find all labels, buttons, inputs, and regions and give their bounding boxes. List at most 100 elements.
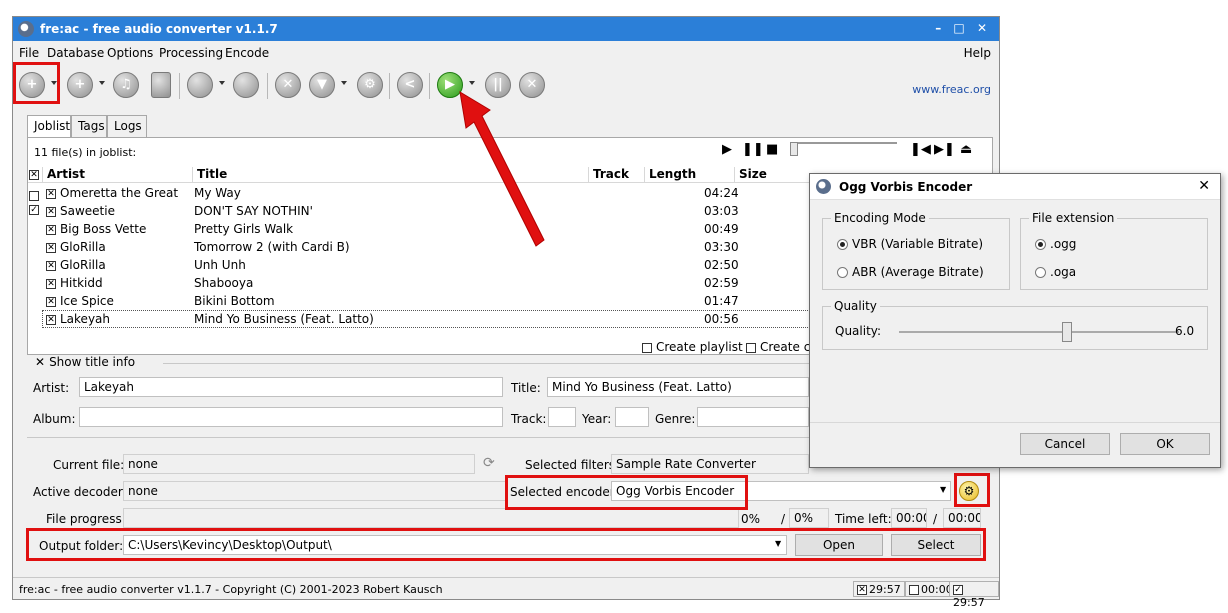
- tab-tags[interactable]: Tags: [71, 115, 107, 137]
- ok-button[interactable]: OK: [1120, 433, 1210, 455]
- music-note-icon[interactable]: ♫: [113, 72, 139, 98]
- album-field[interactable]: [79, 407, 503, 427]
- table-row[interactable]: ✕ Big Boss Vette Pretty Girls Walk 00:49: [42, 220, 832, 238]
- highlight-encoder-settings: [954, 473, 990, 507]
- track-label: Track:: [511, 412, 547, 426]
- play-icon[interactable]: ▶: [722, 142, 732, 157]
- pause-icon[interactable]: ❚❚: [742, 142, 764, 157]
- chevron-down-icon[interactable]: [99, 81, 105, 85]
- table-row[interactable]: ✕ Saweetie DON'T SAY NOTHIN' 03:03: [42, 202, 832, 220]
- row-checkbox[interactable]: ✕: [46, 222, 56, 236]
- cell-artist: GloRilla: [60, 240, 106, 254]
- table-row[interactable]: ✕ Hitkidd Shabooya 02:59: [42, 274, 832, 292]
- next-track-icon[interactable]: ▶❚: [934, 142, 955, 157]
- status-selected-time: ✕ 29:57: [853, 581, 905, 597]
- cd-icon[interactable]: [187, 72, 213, 98]
- cell-length: 02:59: [704, 276, 739, 290]
- table-row[interactable]: ✕ GloRilla Unh Unh 02:50: [42, 256, 832, 274]
- row-checkbox[interactable]: ✕: [46, 204, 56, 218]
- create-playlist-checkbox[interactable]: Create playlist: [642, 340, 743, 354]
- player-controls: ▶ ❚❚ ■ ❚◀ ▶❚ ⏏: [722, 142, 992, 160]
- seek-slider[interactable]: [792, 142, 897, 144]
- row-checkbox[interactable]: ✕: [46, 276, 56, 290]
- menu-processing[interactable]: Processing: [159, 46, 223, 60]
- track-field[interactable]: [548, 407, 576, 427]
- cell-artist: Ice Spice: [60, 294, 114, 308]
- joblist-count: 11 file(s) in joblist:: [34, 146, 137, 159]
- selected-filters-label: Selected filters:: [525, 458, 620, 472]
- column-title[interactable]: Title: [192, 167, 227, 183]
- table-row[interactable]: ✕ Omeretta the Great My Way 04:24: [42, 184, 832, 202]
- title-bar[interactable]: fre:ac - free audio converter v1.1.7 – □…: [13, 17, 999, 41]
- file-extension-label: File extension: [1029, 211, 1118, 225]
- artist-label: Artist:: [33, 381, 70, 395]
- table-row[interactable]: ✕ Ice Spice Bikini Bottom 01:47: [42, 292, 832, 310]
- chevron-down-icon[interactable]: [341, 81, 347, 85]
- stop-icon[interactable]: ■: [766, 142, 778, 157]
- cell-length: 03:30: [704, 240, 739, 254]
- show-title-info-toggle[interactable]: ✕ Show title info: [35, 355, 135, 369]
- cell-title: Bikini Bottom: [194, 294, 275, 308]
- share-icon[interactable]: <: [397, 72, 423, 98]
- cancel-button[interactable]: Cancel: [1020, 433, 1110, 455]
- row-checkbox[interactable]: ✕: [46, 294, 56, 308]
- cell-title: Unh Unh: [194, 258, 246, 272]
- seek-slider-thumb[interactable]: [790, 142, 798, 156]
- quality-slider-thumb[interactable]: [1062, 322, 1072, 342]
- menu-file[interactable]: File: [19, 46, 39, 60]
- close-icon[interactable]: ✕: [1198, 178, 1210, 194]
- menu-bar: File Database Options Processing Encode …: [13, 43, 999, 63]
- table-row[interactable]: ✕ GloRilla Tomorrow 2 (with Cardi B) 03:…: [42, 238, 832, 256]
- genre-field[interactable]: [697, 407, 809, 427]
- chevron-down-icon[interactable]: [469, 81, 475, 85]
- row-checkbox[interactable]: ✕: [46, 186, 56, 200]
- row-selector-checkbox[interactable]: ✓: [29, 202, 39, 216]
- abr-radio[interactable]: ABR (Average Bitrate): [837, 265, 984, 279]
- document-icon[interactable]: [151, 72, 171, 98]
- filter-icon[interactable]: ▼: [309, 72, 335, 98]
- year-field[interactable]: [615, 407, 649, 427]
- eject-icon[interactable]: ⏏: [960, 142, 972, 157]
- column-track[interactable]: Track: [588, 167, 629, 183]
- table-row-selected[interactable]: ✕ Lakeyah Mind Yo Business (Feat. Latto)…: [42, 310, 832, 328]
- dialog-title-bar[interactable]: Ogg Vorbis Encoder ✕: [810, 174, 1220, 200]
- tab-logs[interactable]: Logs: [107, 115, 147, 137]
- time-left-field: 00:00: [891, 508, 927, 528]
- row-checkbox[interactable]: ✕: [46, 312, 56, 326]
- menu-database[interactable]: Database: [47, 46, 104, 60]
- previous-track-icon[interactable]: ❚◀: [910, 142, 931, 157]
- tools-icon[interactable]: ✕: [275, 72, 301, 98]
- gear-icon[interactable]: ⚙: [357, 72, 383, 98]
- tab-joblist[interactable]: Joblist: [27, 115, 71, 138]
- row-checkbox[interactable]: ✕: [46, 258, 56, 272]
- add-folder-icon[interactable]: +: [67, 72, 93, 98]
- menu-help[interactable]: Help: [964, 46, 991, 60]
- ogg-radio[interactable]: .ogg: [1035, 237, 1076, 251]
- cd-query-icon[interactable]: [233, 72, 259, 98]
- status-unselected-time-value: 00:00: [921, 583, 953, 596]
- column-length[interactable]: Length: [644, 167, 696, 183]
- oga-radio[interactable]: .oga: [1035, 265, 1076, 279]
- title-field[interactable]: Mind Yo Business (Feat. Latto): [547, 377, 809, 397]
- ogg-label: .ogg: [1050, 237, 1077, 251]
- chevron-down-icon[interactable]: ▼: [940, 485, 946, 494]
- menu-encode[interactable]: Encode: [225, 46, 269, 60]
- row-checkbox[interactable]: ✕: [46, 240, 56, 254]
- artist-field[interactable]: Lakeyah: [79, 377, 503, 397]
- vbr-radio[interactable]: VBR (Variable Bitrate): [837, 237, 983, 251]
- status-selected-time-value: 29:57: [869, 583, 901, 596]
- quality-slider[interactable]: [899, 331, 1179, 333]
- window-controls[interactable]: – □ ✕: [935, 21, 991, 35]
- encoding-mode-group: Encoding Mode VBR (Variable Bitrate) ABR…: [822, 211, 1010, 290]
- total-time-left-field: 00:00: [943, 508, 981, 528]
- column-artist[interactable]: Artist: [42, 167, 85, 183]
- chevron-down-icon[interactable]: [219, 81, 225, 85]
- column-size[interactable]: Size: [734, 167, 767, 183]
- select-all-checkbox[interactable]: ✕: [28, 167, 39, 183]
- row-selector-checkbox[interactable]: [29, 188, 39, 202]
- menu-options[interactable]: Options: [107, 46, 153, 60]
- cell-title: My Way: [194, 186, 241, 200]
- active-decoder-field: none: [123, 481, 507, 501]
- website-link[interactable]: www.freac.org: [912, 83, 991, 96]
- refresh-icon[interactable]: ⟳: [483, 455, 495, 471]
